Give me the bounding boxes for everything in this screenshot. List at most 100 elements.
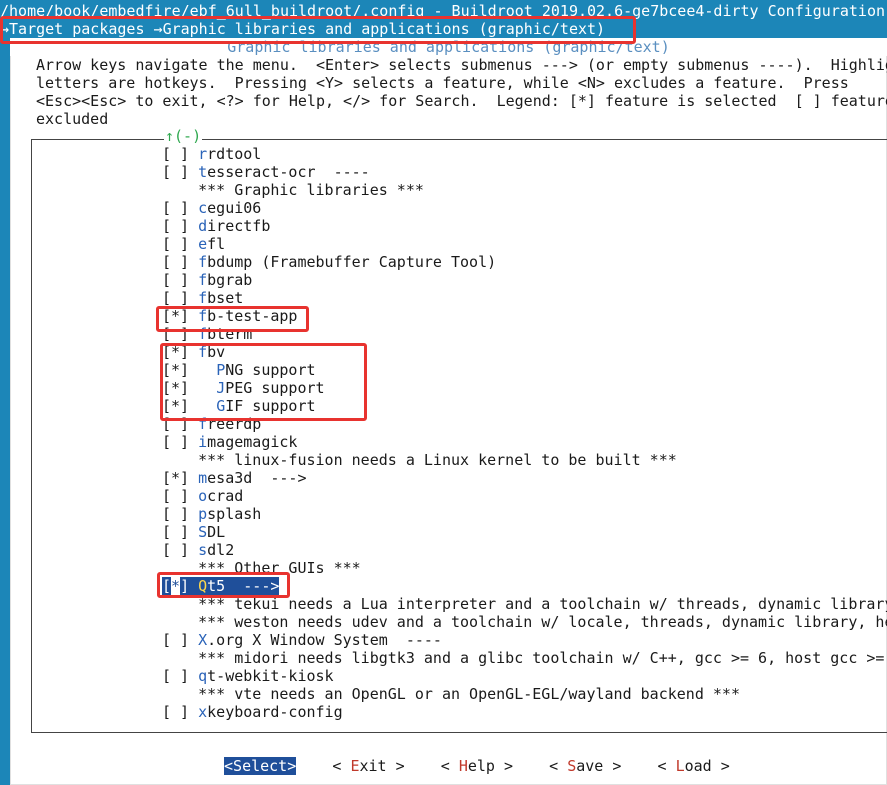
menu-indent bbox=[162, 613, 198, 631]
menu-item-jpeg-support[interactable]: [*] JPEG support bbox=[162, 379, 325, 397]
menu-item-gif-support[interactable]: [*] GIF support bbox=[162, 397, 316, 415]
checkbox[interactable]: [ ] bbox=[162, 415, 198, 433]
menu-list-box[interactable] bbox=[31, 139, 887, 733]
checkbox[interactable]: [*] bbox=[162, 379, 198, 397]
menu-item-sdl[interactable]: [ ] SDL bbox=[162, 523, 225, 541]
checkbox[interactable]: [ ] bbox=[162, 703, 198, 721]
checkbox[interactable]: [*] bbox=[162, 397, 198, 415]
menu-item-x-org-x-window-system[interactable]: [ ] X.org X Window System ---- bbox=[162, 631, 442, 649]
menu-item-label: splash bbox=[207, 505, 262, 523]
checkbox[interactable]: [ ] bbox=[162, 217, 198, 235]
hotkey-letter: f bbox=[198, 307, 208, 325]
menu-item-efl[interactable]: [ ] efl bbox=[162, 235, 225, 253]
menu-item-label: bv bbox=[207, 343, 226, 361]
menu-item-ocrad[interactable]: [ ] ocrad bbox=[162, 487, 243, 505]
menu-comment: *** vte needs an OpenGL or an OpenGL-EGL… bbox=[162, 685, 740, 703]
checkbox[interactable]: [*] bbox=[162, 469, 198, 487]
hotkey-letter: e bbox=[198, 235, 208, 253]
menu-item-label: *** tekui needs a Lua interpreter and a … bbox=[198, 595, 887, 613]
checkbox[interactable]: [*] bbox=[162, 343, 198, 361]
menu-item-png-support[interactable]: [*] PNG support bbox=[162, 361, 316, 379]
checkbox[interactable]: [ ] bbox=[162, 667, 198, 685]
checkbox[interactable]: [ ] bbox=[162, 235, 198, 253]
breadcrumb-arrow-icon: → bbox=[153, 20, 163, 38]
menu-item-label: keyboard-config bbox=[207, 703, 343, 721]
menu-indent bbox=[162, 451, 198, 469]
menu-item-label: bset bbox=[207, 289, 244, 307]
menu-item-fbset[interactable]: [ ] fbset bbox=[162, 289, 243, 307]
breadcrumb-arrow-icon: → bbox=[0, 20, 10, 38]
menu-item-label: NG support bbox=[225, 361, 316, 379]
menu-comment: *** Graphic libraries *** bbox=[162, 181, 424, 199]
submenu-indent bbox=[198, 361, 216, 379]
checkbox[interactable]: [ ] bbox=[162, 541, 198, 559]
menu-item-label: *** Graphic libraries *** bbox=[198, 181, 424, 199]
menu-item-label: *** midori needs libgtk3 and a glibc too… bbox=[198, 649, 885, 667]
checkbox[interactable]: [ ] bbox=[162, 487, 198, 505]
menu-item-imagemagick[interactable]: [ ] imagemagick bbox=[162, 433, 297, 451]
menu-item-label: t-webkit-kiosk bbox=[207, 667, 334, 685]
menu-item-label: fl bbox=[207, 235, 226, 253]
menu-item-label: egui06 bbox=[207, 199, 262, 217]
menu-comment: *** midori needs libgtk3 and a glibc too… bbox=[162, 649, 884, 667]
checkbox[interactable]: [ ] bbox=[162, 433, 198, 451]
menu-item-rrdtool[interactable]: [ ] rrdtool bbox=[162, 145, 261, 163]
checkbox[interactable]: [ ] bbox=[162, 505, 198, 523]
menu-indent bbox=[162, 181, 198, 199]
hotkey-letter: Q bbox=[198, 577, 208, 595]
menu-item-label: esa3d ---> bbox=[207, 469, 307, 487]
menu-comment: *** tekui needs a Lua interpreter and a … bbox=[162, 595, 887, 613]
menu-item-qt5[interactable]: [*] Qt5 ---> bbox=[162, 577, 280, 595]
select-button[interactable]: <Select> bbox=[224, 757, 297, 775]
load-button[interactable]: < Load > bbox=[658, 757, 730, 775]
menu-item-directfb[interactable]: [ ] directfb bbox=[162, 217, 270, 235]
menu-item-psplash[interactable]: [ ] psplash bbox=[162, 505, 261, 523]
breadcrumb-item-target-packages: Target packages bbox=[9, 20, 154, 38]
checkbox[interactable]: [ ] bbox=[162, 253, 198, 271]
menu-item-freerdp[interactable]: [ ] freerdp bbox=[162, 415, 261, 433]
save-button[interactable]: < Save > bbox=[549, 757, 621, 775]
help-line: <Esc><Esc> to exit, <?> for Help, </> fo… bbox=[36, 92, 887, 110]
menu-item-fbdump-framebuffer-capture-tool[interactable]: [ ] fbdump (Framebuffer Capture Tool) bbox=[162, 253, 496, 271]
menu-item-label: *** vte needs an OpenGL or an OpenGL-EGL… bbox=[198, 685, 740, 703]
menu-item-fbterm[interactable]: [ ] fbterm bbox=[162, 325, 252, 343]
checkbox[interactable]: [ ] bbox=[162, 163, 198, 181]
exit-button[interactable]: < Exit > bbox=[332, 757, 404, 775]
checkbox[interactable]: [*] bbox=[162, 361, 198, 379]
hotkey-letter: m bbox=[198, 469, 208, 487]
menu-item-mesa3d[interactable]: [*] mesa3d ---> bbox=[162, 469, 307, 487]
checkbox[interactable]: [ ] bbox=[162, 631, 198, 649]
hotkey-letter: x bbox=[198, 703, 208, 721]
hotkey-letter: P bbox=[216, 361, 226, 379]
menu-comment: *** Other GUIs *** bbox=[162, 559, 361, 577]
menu-item-label: esseract-ocr ---- bbox=[207, 163, 370, 181]
help-button[interactable]: < Help > bbox=[441, 757, 513, 775]
checkbox[interactable]: [ ] bbox=[162, 289, 198, 307]
menu-item-fbv[interactable]: [*] fbv bbox=[162, 343, 225, 361]
hotkey-letter: f bbox=[198, 415, 208, 433]
menu-item-tesseract-ocr[interactable]: [ ] tesseract-ocr ---- bbox=[162, 163, 370, 181]
checkbox[interactable]: [ ] bbox=[162, 199, 198, 217]
checkbox-open: [ bbox=[162, 577, 172, 595]
hotkey-letter: f bbox=[198, 253, 208, 271]
menu-item-fbgrab[interactable]: [ ] fbgrab bbox=[162, 271, 252, 289]
checkbox[interactable]: [ ] bbox=[162, 523, 198, 541]
hotkey-letter: q bbox=[198, 667, 208, 685]
checkbox[interactable]: [*] bbox=[162, 307, 198, 325]
menu-item-label: *** Other GUIs *** bbox=[198, 559, 361, 577]
menu-item-fb-test-app[interactable]: [*] fb-test-app bbox=[162, 307, 297, 325]
help-text: Arrow keys navigate the menu. <Enter> se… bbox=[36, 56, 887, 128]
checkbox[interactable]: [ ] bbox=[162, 271, 198, 289]
checkbox[interactable]: [ ] bbox=[162, 325, 198, 343]
hotkey-letter: X bbox=[198, 631, 208, 649]
checkbox[interactable]: [ ] bbox=[162, 145, 198, 163]
menu-item-xkeyboard-config[interactable]: [ ] xkeyboard-config bbox=[162, 703, 343, 721]
menu-item-sdl2[interactable]: [ ] sdl2 bbox=[162, 541, 234, 559]
hotkey-letter: i bbox=[198, 433, 208, 451]
menu-item-qt-webkit-kiosk[interactable]: [ ] qt-webkit-kiosk bbox=[162, 667, 334, 685]
hotkey-letter: p bbox=[198, 505, 208, 523]
checkbox-close: ] bbox=[180, 577, 199, 595]
checkbox-mark: * bbox=[171, 577, 181, 595]
menu-item-cegui06[interactable]: [ ] cegui06 bbox=[162, 199, 261, 217]
menu-item-label: bterm bbox=[207, 325, 253, 343]
